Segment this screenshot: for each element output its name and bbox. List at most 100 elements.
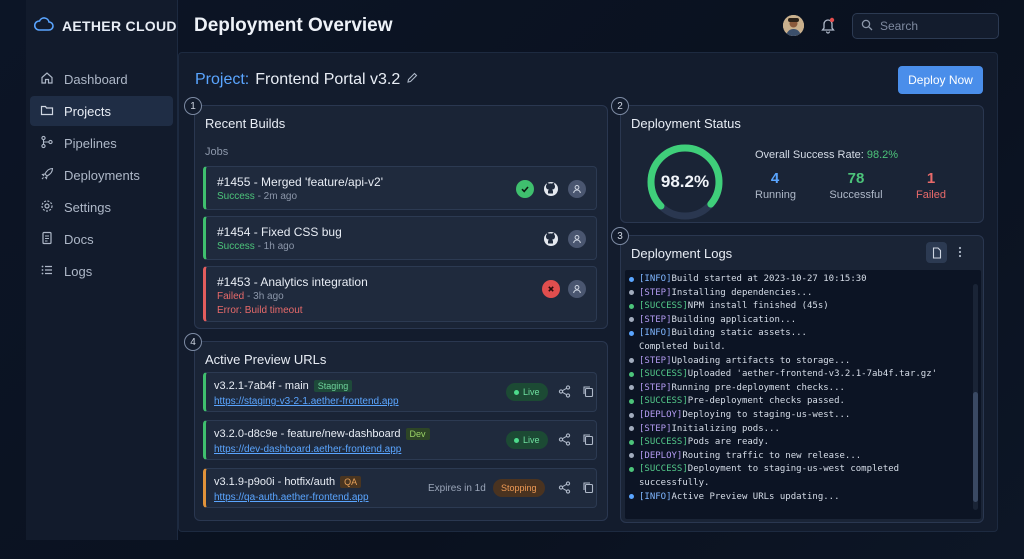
build-row[interactable]: #1455 - Merged 'feature/api-v2' Success … [203,166,597,210]
log-text: Running pre-deployment checks... [671,382,845,393]
preview-link[interactable]: https://qa-auth.aether-frontend.app [214,492,369,503]
log-text: Routing traffic to new release... [682,450,862,461]
status-badge: Live [506,431,548,449]
share-icon[interactable] [558,481,571,499]
log-scrollbar[interactable] [973,284,978,510]
log-tag: [INFO] [639,274,672,284]
log-bullet-icon [629,466,634,472]
build-title: #1455 - Merged 'feature/api-v2' [217,175,384,189]
brand-name: AETHER CLOUD [62,18,177,34]
share-icon[interactable] [558,385,571,403]
failure-x-icon [542,280,560,298]
copy-icon[interactable] [582,433,594,451]
log-tag: [DEPLOY] [639,410,683,420]
search-input[interactable] [880,19,990,33]
build-row[interactable]: #1454 - Fixed CSS bug Success - 1h ago [203,216,597,260]
bell-icon[interactable] [820,16,836,39]
sidebar-item-logs[interactable]: Logs [30,256,173,286]
preview-url-row[interactable]: v3.2.1-7ab4f - main Staging https://stagi… [203,372,597,412]
log-text: Pre-deployment checks passed. [687,396,845,407]
build-time: - 1h ago [254,241,295,252]
build-status: Failed [217,291,245,302]
log-bullet-icon [629,317,634,323]
preview-version: v3.2.1-7ab4f - main [214,380,309,392]
home-icon [40,71,54,88]
sidebar-item-label: Projects [64,103,111,119]
log-tag: [SUCCESS] [639,437,688,448]
sidebar: AETHER CLOUD Dashboard Projects Pipeline… [26,0,178,540]
log-bullet-icon [629,398,634,404]
build-status-line: Success - 2m ago [217,191,297,202]
env-tag: QA [340,476,362,488]
sidebar-item-deployments[interactable]: Deployments [30,160,173,190]
preview-link[interactable]: https://staging-v3-2-1.aether-frontend.a… [214,396,399,407]
sidebar-item-docs[interactable]: Docs [30,224,173,254]
preview-urls-title: Active Preview URLs [205,352,327,367]
log-tag: [INFO] [639,491,672,502]
preview-url-row[interactable]: v3.1.9-p9o0i - hotfix/auth QA https://qa-… [203,468,597,508]
log-line: Completed build. [639,342,726,352]
document-icon[interactable] [926,242,947,263]
preview-url-row[interactable]: v3.2.0-d8c9e - feature/new-dashboard Dev … [203,420,597,460]
recent-builds-title: Recent Builds [205,116,286,131]
success-rate-value: 98.2% [866,149,899,161]
log-bullet-icon [629,371,634,377]
pencil-icon[interactable] [406,71,418,89]
build-row[interactable]: #1453 - Analytics integration Failed - 3… [203,266,597,322]
live-dot-icon [514,437,519,443]
brand[interactable]: AETHER CLOUD [26,0,177,52]
log-scrollbar-thumb[interactable] [973,392,978,502]
sidebar-item-projects[interactable]: Projects [30,96,173,126]
log-tag: [SUCCESS] [639,301,688,312]
running-count: 4 [770,170,780,187]
share-icon[interactable] [558,433,571,451]
search-box[interactable] [852,13,999,39]
more-vertical-icon[interactable] [957,245,963,264]
log-line: [DEPLOY] Routing traffic to new release.… [629,451,861,461]
status-badge: Stopping [493,479,545,497]
log-bullet-icon [629,330,634,336]
user-icon[interactable] [568,280,586,298]
preview-link[interactable]: https://dev-dashboard.aether-frontend.ap… [214,444,401,455]
sidebar-item-dashboard[interactable]: Dashboard [30,64,173,94]
user-icon[interactable] [568,230,586,248]
log-line: [STEP] Uploading artifacts to storage... [629,356,850,366]
deploy-now-button[interactable]: Deploy Now [898,66,983,94]
status-text: Live [523,435,540,445]
copy-icon[interactable] [582,385,594,403]
github-icon[interactable] [542,180,560,198]
gear-icon [40,199,54,216]
sidebar-item-settings[interactable]: Settings [30,192,173,222]
sidebar-item-label: Docs [64,231,94,247]
build-status: Success [217,191,255,202]
main-panel: Project: Frontend Portal v3.2 Deploy Now… [178,52,998,532]
build-time: - 3h ago [244,291,284,302]
build-title: #1454 - Fixed CSS bug [217,225,342,239]
log-line: [DEPLOY] Deploying to staging-us-west... [629,410,850,420]
avatar[interactable] [783,15,804,36]
build-status-line: Success - 1h ago [217,241,294,252]
log-text: Initializing pods... [671,423,780,434]
log-console[interactable]: [INFO] Build started at 2023-10-27 10:15… [625,270,981,519]
log-bullet-icon [629,303,634,309]
log-text: Installing dependencies... [671,287,813,298]
gauge-value: 98.2% [660,172,710,191]
log-text: NPM install finished (45s) [687,301,829,312]
sidebar-item-label: Pipelines [64,135,117,151]
sidebar-item-pipelines[interactable]: Pipelines [30,128,173,158]
log-line: [INFO] Active Preview URLs updating... [629,492,840,502]
preview-url-heading: v3.1.9-p9o0i - hotfix/auth QA [214,476,362,488]
user-icon[interactable] [568,180,586,198]
successful-label: Successful [829,189,883,201]
section-number-badge: 3 [611,227,629,245]
github-icon[interactable] [542,230,560,248]
log-bullet-icon [629,453,634,459]
log-text: Building static assets... [671,328,807,339]
build-status: Success [217,241,255,252]
log-line: [SUCCESS] NPM install finished (45s) [629,301,829,311]
failed-label: Failed [916,189,946,201]
log-line: [SUCCESS] Pre-deployment checks passed. [629,396,845,406]
preview-url-heading: v3.2.1-7ab4f - main Staging [214,380,353,392]
copy-icon[interactable] [582,481,594,499]
preview-url-heading: v3.2.0-d8c9e - feature/new-dashboard Dev [214,428,430,440]
